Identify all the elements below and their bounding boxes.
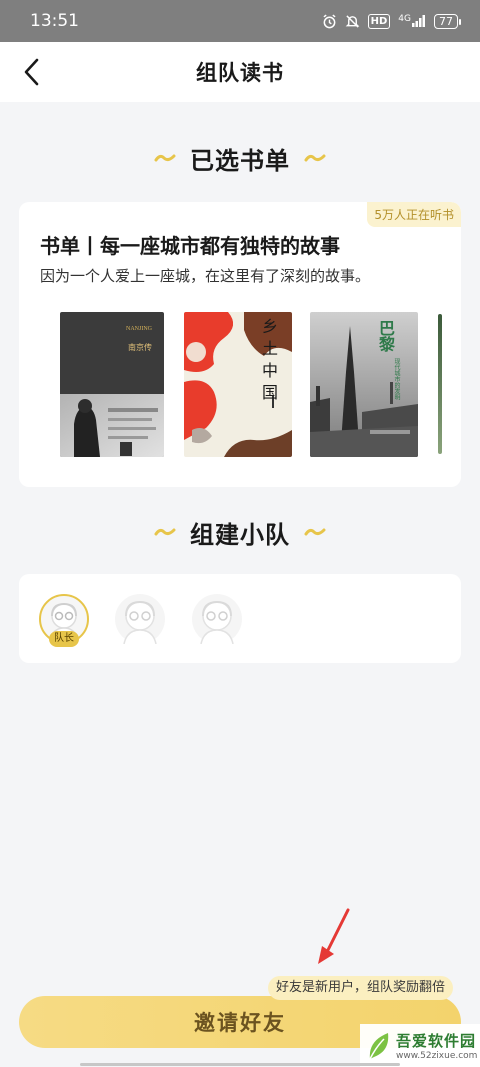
paris-cover-subtitle: 现代城市的发明	[393, 358, 400, 400]
invite-button-label: 邀请好友	[194, 1011, 286, 1035]
xiangtu-zhongguo-book-cover[interactable]: 乡土中国	[184, 312, 292, 457]
empty-avatar-icon	[123, 600, 157, 644]
paris-book-cover[interactable]: 巴黎 现代城市的发明	[310, 312, 418, 457]
leaf-logo-icon	[369, 1032, 389, 1059]
hd-badge: HD	[367, 13, 391, 29]
booklist-card[interactable]: 5万人正在听书 书单丨每一座城市都有独特的故事 因为一个人爱上一座城，在这里有了…	[19, 202, 461, 487]
mute-bell-icon	[345, 14, 359, 28]
status-time: 13:51	[30, 11, 79, 31]
decorative-wave-icon	[304, 528, 326, 536]
network-type: 4G	[398, 14, 411, 24]
nanjing-book-cover[interactable]: NANJING 南京传	[60, 312, 164, 457]
decorative-wave-icon	[304, 154, 326, 162]
back-arrow-icon	[24, 58, 39, 86]
signal-4g-icon: 4G	[398, 15, 426, 27]
leader-tag: 队长	[49, 631, 79, 647]
battery-indicator: 77	[434, 13, 461, 29]
empty-member-slot[interactable]	[115, 594, 165, 644]
bonus-tip-badge: 好友是新用户，组队奖励翻倍	[268, 976, 454, 1000]
status-bar: 13:51 HD 4G 77	[0, 0, 480, 42]
selected-list-heading: 已选书单	[0, 140, 480, 176]
decorative-wave-icon	[154, 528, 176, 536]
team-heading: 组建小队	[0, 514, 480, 550]
team-title: 组建小队	[190, 520, 290, 549]
page-title: 组队读书	[196, 61, 284, 85]
empty-member-slot[interactable]	[192, 594, 242, 644]
site-watermark: 吾爱软件园 www.52zixue.com	[360, 1024, 480, 1067]
booklist-description: 因为一个人爱上一座城，在这里有了深刻的故事。	[40, 267, 371, 285]
paris-cover-title: 巴黎	[376, 320, 395, 352]
red-arrow-icon	[318, 908, 350, 964]
booklist-title: 书单丨每一座城市都有独特的故事	[40, 234, 340, 258]
decorative-wave-icon	[154, 154, 176, 162]
alarm-icon	[323, 14, 336, 28]
back-button[interactable]	[14, 54, 50, 90]
empty-avatar-icon	[200, 600, 234, 644]
watermark-url: www.52zixue.com	[396, 1051, 478, 1061]
nanjing-cover-subtitle: NANJING	[126, 326, 152, 332]
next-book-cover-edge[interactable]	[438, 314, 442, 454]
xiangtu-cover-title: 乡土中国	[259, 318, 278, 406]
team-card: 队长	[19, 574, 461, 663]
home-indicator[interactable]	[80, 1063, 400, 1066]
status-icons: HD 4G 77	[322, 13, 461, 29]
nav-bar: 组队读书	[0, 42, 480, 102]
nanjing-cover-title: 南京传	[128, 343, 152, 352]
leader-avatar[interactable]: 队长	[39, 594, 89, 647]
watermark-title: 吾爱软件园	[396, 1032, 477, 1050]
selected-list-title: 已选书单	[190, 146, 290, 175]
listeners-badge: 5万人正在听书	[367, 202, 461, 227]
